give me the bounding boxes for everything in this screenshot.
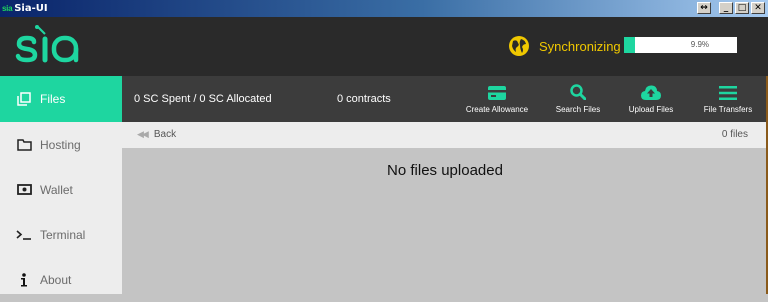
spending-summary: 0 SC Spent / 0 SC Allocated xyxy=(134,93,272,105)
sync-status: Synchronizing xyxy=(508,35,621,57)
contracts-count: 0 contracts xyxy=(337,93,391,105)
sidebar-item-label: Terminal xyxy=(40,227,86,242)
sync-progress-bar: 9.9% xyxy=(624,37,737,53)
credit-card-icon xyxy=(457,80,537,100)
files-toolbar: 0 SC Spent / 0 SC Allocated 0 contracts … xyxy=(122,76,768,122)
upload-files-label: Upload Files xyxy=(628,105,674,114)
resize-button[interactable]: ↔ xyxy=(697,2,711,14)
sia-logo xyxy=(14,25,82,70)
search-icon xyxy=(538,80,618,100)
back-button[interactable]: ◀◀ Back xyxy=(137,129,176,140)
sidebar-item-label: Hosting xyxy=(40,137,81,152)
file-list-area[interactable]: No files uploaded xyxy=(122,148,768,294)
file-transfers-button[interactable]: File Transfers xyxy=(688,80,768,114)
sidebar-item-hosting[interactable]: Hosting xyxy=(0,122,122,167)
cloud-upload-icon xyxy=(611,80,691,100)
menu-icon xyxy=(688,80,768,100)
maximize-button[interactable]: □ xyxy=(735,2,749,14)
info-icon xyxy=(14,272,34,287)
sia-app-icon: sia xyxy=(2,4,13,13)
double-chevron-left-icon: ◀◀ xyxy=(137,129,149,139)
empty-state-message: No files uploaded xyxy=(387,162,503,179)
window-title-bar[interactable]: sia Sia-UI ↔ _ □ ✕ xyxy=(0,0,768,17)
search-files-label: Search Files xyxy=(555,105,601,114)
minimize-button[interactable]: _ xyxy=(719,2,733,14)
close-button[interactable]: ✕ xyxy=(751,2,765,14)
files-icon xyxy=(14,92,34,106)
sync-progress-fill xyxy=(624,37,636,53)
wallet-icon xyxy=(14,184,34,195)
create-allowance-button[interactable]: Create Allowance xyxy=(457,80,537,114)
app-header: Synchronizing 9.9% xyxy=(0,17,768,76)
sidebar-item-files[interactable]: Files xyxy=(0,76,122,122)
breadcrumb: ◀◀ Back 0 files xyxy=(122,122,768,148)
globe-icon xyxy=(509,36,529,56)
terminal-icon xyxy=(14,229,34,241)
search-files-button[interactable]: Search Files xyxy=(538,80,618,114)
sidebar-item-wallet[interactable]: Wallet xyxy=(0,167,122,212)
create-allowance-label: Create Allowance xyxy=(465,105,529,114)
sidebar-item-terminal[interactable]: Terminal xyxy=(0,212,122,257)
sidebar-item-about[interactable]: About xyxy=(0,257,122,302)
upload-files-button[interactable]: Upload Files xyxy=(611,80,691,114)
sidebar-item-label: About xyxy=(40,272,72,287)
window-title: Sia-UI xyxy=(14,3,48,14)
sync-progress-label: 9.9% xyxy=(690,40,709,49)
back-label: Back xyxy=(153,129,177,140)
file-count: 0 files xyxy=(721,129,748,140)
sidebar: Files Hosting Wallet Terminal About xyxy=(0,76,122,294)
file-transfers-label: File Transfers xyxy=(703,105,753,114)
sidebar-item-label: Files xyxy=(40,92,66,106)
sync-status-label: Synchronizing xyxy=(539,38,621,54)
sidebar-item-label: Wallet xyxy=(40,182,73,197)
folder-icon xyxy=(14,138,34,151)
